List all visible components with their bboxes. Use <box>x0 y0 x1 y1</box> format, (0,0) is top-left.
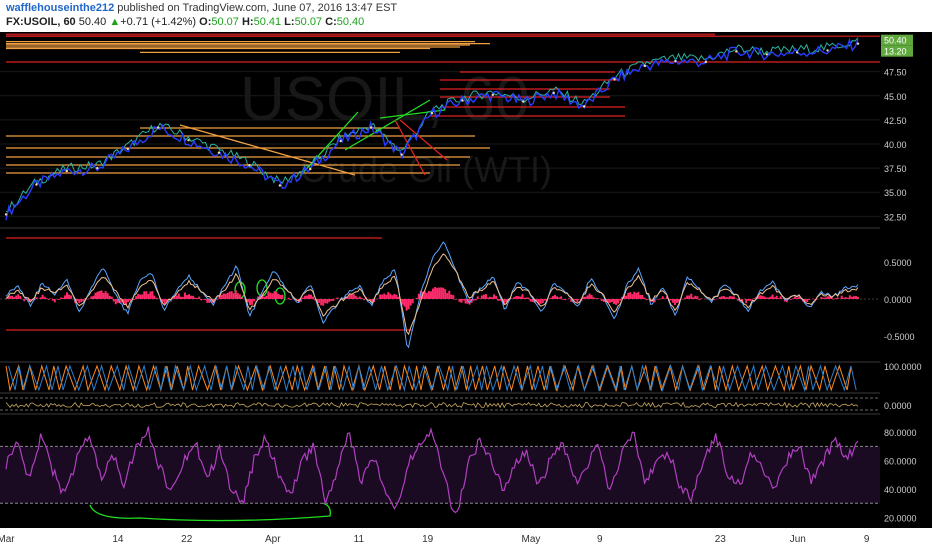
rsi-band-fill <box>0 446 880 504</box>
price-point <box>369 126 373 129</box>
up-arrow-icon: ▲ <box>109 16 121 28</box>
price-point <box>96 166 99 170</box>
time-tick-label: 9 <box>597 534 603 545</box>
open-value: 50.07 <box>211 16 239 28</box>
price-change-value: +0.71 (+1.42%) <box>120 16 197 28</box>
price-tick-label: 45.00 <box>884 92 907 102</box>
rsi-tick-label: 40.0000 <box>884 485 917 495</box>
last-price: 50.40 <box>78 16 107 28</box>
close-label: C: <box>325 16 337 28</box>
low-label: L: <box>284 16 295 28</box>
price-point <box>582 105 586 108</box>
price-point <box>126 147 129 151</box>
price-point <box>217 151 221 154</box>
price-tick-label: 47.50 <box>884 68 907 78</box>
price-point <box>552 91 555 95</box>
price-point <box>826 49 829 52</box>
price-point <box>795 51 799 54</box>
osc-tick-label: 0.0000 <box>884 401 912 411</box>
price-point <box>156 126 160 129</box>
stoch-tick-label: 100.0000 <box>884 362 922 372</box>
time-tick-label: May <box>522 534 541 545</box>
rsi-tick-label: 20.0000 <box>884 513 917 523</box>
price-point <box>430 111 434 115</box>
price-tick-label: 35.00 <box>884 188 907 198</box>
time-tick-label: 9 <box>864 534 870 545</box>
price-point <box>674 59 677 63</box>
price-badge-label: 13.20 <box>884 47 907 57</box>
price-point <box>248 164 251 167</box>
price-tick-label: 42.50 <box>884 116 907 126</box>
price-point <box>491 93 495 97</box>
close-value: 50.40 <box>336 16 365 28</box>
price-point <box>522 100 525 103</box>
price-badge-label: 50.40 <box>884 36 907 46</box>
macd-tick-label: -0.5000 <box>884 332 915 342</box>
price-point <box>339 139 342 143</box>
rsi-tick-label: 60.0000 <box>884 457 917 467</box>
time-tick-label: Jun <box>790 534 806 545</box>
macd-tick-label: 0.0000 <box>884 295 912 305</box>
price-point <box>643 64 647 68</box>
publish-info: published on TradingView.com, June 07, 2… <box>114 2 398 14</box>
chart-header: wafflehouseinthe212 published on Trading… <box>0 0 932 32</box>
price-point <box>35 183 38 186</box>
price-tick-label: 37.50 <box>884 164 907 174</box>
price-point <box>278 184 282 187</box>
price-point <box>856 42 860 45</box>
ohlc-line: FX:USOIL, 60 50.40 ▲+0.71 (+1.42%) O:50.… <box>6 16 364 28</box>
price-point <box>65 169 69 173</box>
price-point <box>4 213 8 216</box>
open-label: O: <box>199 16 212 28</box>
price-point <box>461 99 464 102</box>
price-point <box>400 153 403 156</box>
price-point <box>704 60 708 64</box>
price-point <box>765 53 768 56</box>
time-tick-label: 22 <box>181 534 193 545</box>
time-tick-label: 23 <box>715 534 727 545</box>
price-point <box>187 138 190 142</box>
symbol-label[interactable]: FX:USOIL, 60 <box>6 16 76 28</box>
price-point <box>613 78 616 81</box>
time-tick-label: 14 <box>112 534 124 545</box>
price-tick-label: 32.50 <box>884 212 907 222</box>
time-tick-label: 11 <box>354 534 365 545</box>
price-tick-label: 40.00 <box>884 140 907 150</box>
chart-canvas[interactable]: USOIL, 60 Crude Oil (WTI) 32.5035.0037.5… <box>0 32 932 550</box>
time-tick-label: 19 <box>422 534 434 545</box>
price-change: ▲+0.71 (+1.42%) <box>109 16 196 28</box>
macd-tick-label: 0.5000 <box>884 258 912 268</box>
publish-line: wafflehouseinthe212 published on Trading… <box>6 2 397 14</box>
author-link[interactable]: wafflehouseinthe212 <box>6 2 114 14</box>
watermark-symbol: USOIL, 60 <box>240 65 529 134</box>
high-label: H: <box>241 16 254 28</box>
time-tick-label: Mar <box>0 534 15 545</box>
time-tick-label: Apr <box>265 534 281 545</box>
price-point <box>735 50 738 53</box>
price-point <box>309 167 312 171</box>
rsi-tick-label: 80.0000 <box>884 428 917 438</box>
high-value: 50.41 <box>253 16 282 28</box>
price-axis[interactable] <box>880 32 932 550</box>
low-value: 50.07 <box>294 16 323 28</box>
